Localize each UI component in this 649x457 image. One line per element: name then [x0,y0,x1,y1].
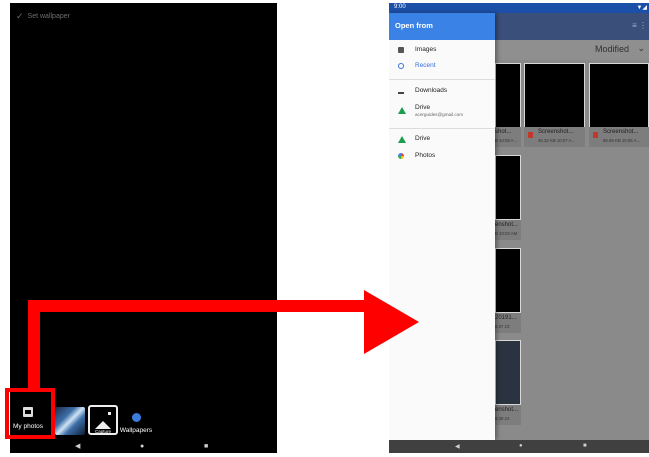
drawer-divider [389,128,495,129]
file-caption: shot... B 10:08 A... [495,127,521,147]
file-caption: Screenshot... 56.69 KB 10:05 A... [589,127,649,147]
clock-icon [398,63,404,69]
file-thumbnail[interactable] [495,155,521,220]
open-from-drawer: Open from Images Recent Downloads Drive … [389,13,495,440]
drawer-item-images[interactable]: Images [389,43,495,59]
chevron-down-icon[interactable]: ⌄ [637,43,645,54]
file-caption: 20191... 9:37 23 [495,313,521,333]
drawer-item-label: Recent [415,62,436,69]
image-file-icon [593,132,598,138]
wallpapers-icon [131,413,141,422]
file-caption: enshot... 9:39 24 [495,405,521,425]
clock: 9:00 [394,4,406,10]
left-phone-screen: ✓ Set wallpaper My photos Capture Wallpa… [10,3,277,453]
drawer-item-label: Images [415,46,437,53]
check-icon: ✓ [16,11,24,21]
file-meta: 9:39 24 [495,416,510,421]
file-thumbnail[interactable] [495,340,521,405]
download-icon [398,88,404,94]
file-name: Screenshot... [538,129,574,135]
file-meta: 56.69 KB 10:05 A... [603,138,641,143]
drawer-item-downloads[interactable]: Downloads [389,84,495,100]
set-wallpaper-header[interactable]: ✓ Set wallpaper [16,11,70,22]
annotation-arrow-head [364,290,419,354]
drawer-header: Open from [389,13,495,40]
wallpapers-label: Wallpapers [119,427,153,434]
drive-icon [398,107,406,114]
wallpaper-thumbnail[interactable] [55,407,85,435]
file-caption: Screenshot... 45.32 KB 10:07 A... [524,127,585,147]
file-meta: B 10:03 AM [495,231,518,236]
capture-dot [108,412,111,415]
right-tablet-screen: 9:00 ▼◢ ≡ ⋮ Modified ⌄ shot... B 10:08 A… [389,3,649,453]
file-name: enshot... [495,407,519,413]
file-thumbnail[interactable] [495,248,521,313]
file-meta: 9:37 23 [495,324,510,329]
photos-icon [398,153,404,159]
home-nav-button[interactable]: ● [519,443,523,449]
back-nav-button[interactable]: ◀ [75,443,80,450]
file-name: enshot... [495,222,519,228]
status-icons: ▼◢ [636,5,647,11]
drawer-item-label: Downloads [415,87,448,94]
back-nav-button[interactable]: ◀ [455,443,460,450]
annotation-highlight-box [5,388,55,439]
drawer-item-drive[interactable]: Drive [389,132,495,148]
capture-label: Capture [94,429,111,434]
tablet-nav-bar: ◀ ● ■ [389,440,649,453]
annotation-arrow-vertical [28,300,40,390]
capture-icon [95,421,111,429]
drawer-item-photos[interactable]: Photos [389,149,495,165]
recents-nav-button[interactable]: ■ [204,443,208,450]
file-caption: enshot... B 10:03 AM [495,220,521,240]
drawer-item-sublabel: acerguides@gmail.com [415,112,464,117]
file-meta: B 10:08 A... [495,138,518,143]
file-thumbnail[interactable] [524,63,585,128]
drawer-title: Open from [395,21,433,30]
file-name: 20191... [495,315,517,321]
drawer-divider [389,79,495,80]
file-meta: 45.32 KB 10:07 A... [538,138,576,143]
toolbar-icons[interactable]: ≡ ⋮ [632,21,647,30]
drawer-item-label: Drive [415,135,431,142]
annotation-arrow-horizontal [28,300,366,312]
set-wallpaper-label: Set wallpaper [27,13,70,20]
home-nav-button[interactable]: ● [140,443,144,450]
file-thumbnail[interactable] [589,63,649,128]
recents-nav-button[interactable]: ■ [583,443,587,449]
file-thumbnail[interactable] [495,63,521,128]
capture-button[interactable]: Capture [88,405,118,435]
file-name: Screenshot... [603,129,639,135]
image-file-icon [528,132,533,138]
drawer-item-drive-account[interactable]: Drive acerguides@gmail.com [389,101,495,123]
wallpapers-button[interactable]: Wallpapers [116,413,156,434]
image-icon [398,47,404,53]
sort-label[interactable]: Modified [595,44,629,54]
drive-icon [398,136,406,143]
drawer-item-label: Drive [415,104,431,111]
file-name: shot... [495,129,512,135]
drawer-item-label: Photos [415,152,436,159]
drawer-item-recent[interactable]: Recent [389,59,495,75]
status-bar: 9:00 ▼◢ [389,3,649,13]
